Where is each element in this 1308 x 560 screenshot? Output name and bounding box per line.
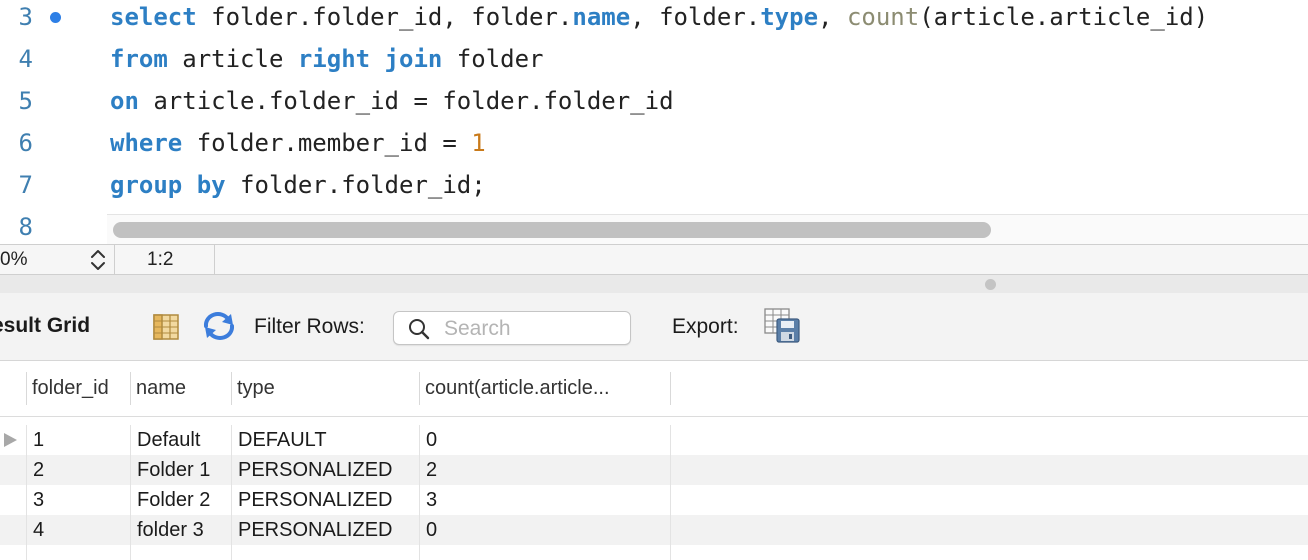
cell-type[interactable]: PERSONALIZED xyxy=(231,515,419,545)
code-token: (article.article_id) xyxy=(919,3,1209,31)
sql-editor[interactable]: 3 4 5 6 7 8 select folder.folder_id, fol… xyxy=(0,0,1308,244)
code-token: article.folder_id = folder.folder_id xyxy=(138,87,674,115)
cell-count[interactable]: 2 xyxy=(419,455,671,485)
cell-folder-id[interactable]: 3 xyxy=(26,485,130,515)
editor-status-bar: 0% 1:2 xyxy=(0,244,1308,275)
column-header-count[interactable]: count(article.article... xyxy=(419,372,671,405)
code-token: count xyxy=(846,3,920,31)
cursor-position: 1:2 xyxy=(147,249,174,270)
code-token: folder.folder_id, folder. xyxy=(196,3,573,31)
code-line[interactable]: group by folder.folder_id; xyxy=(110,170,486,200)
line-number: 7 xyxy=(18,171,33,199)
grid-layout-icon[interactable] xyxy=(152,313,180,341)
header-divider xyxy=(0,416,1308,417)
cell-count[interactable]: 3 xyxy=(419,485,671,515)
cell-folder-id[interactable]: 2 xyxy=(26,455,130,485)
grid-header: folder_id name type count(article.articl… xyxy=(0,372,1308,405)
cell-type[interactable]: PERSONALIZED xyxy=(231,485,419,515)
filter-rows-label: Filter Rows: xyxy=(254,315,365,338)
line-number: 3 xyxy=(18,3,33,31)
filter-search-box[interactable] xyxy=(393,311,631,345)
line-number: 6 xyxy=(18,129,33,157)
cell-name[interactable]: Folder 2 xyxy=(130,485,231,515)
code-line[interactable]: from article right join folder xyxy=(110,44,544,74)
zoom-level: 0% xyxy=(0,249,28,270)
row-pointer-icon xyxy=(4,433,17,447)
cell-count[interactable]: 0 xyxy=(419,425,671,455)
code-token: type xyxy=(760,3,819,31)
cell-name[interactable]: Folder 1 xyxy=(130,455,231,485)
empty-row[interactable] xyxy=(0,545,1308,560)
line-gutter: 3 4 5 6 7 8 xyxy=(0,0,100,244)
code-token: , xyxy=(818,3,847,31)
splitter-handle[interactable] xyxy=(985,279,996,290)
code-line[interactable]: where folder.member_id = 1 xyxy=(110,128,486,158)
cell-folder-id[interactable]: 4 xyxy=(26,515,130,545)
code-token: where xyxy=(110,129,183,157)
code-token: folder xyxy=(442,45,544,73)
empty-cell[interactable] xyxy=(130,545,231,560)
code-token: right xyxy=(297,45,371,73)
search-icon xyxy=(409,319,430,340)
column-header-type[interactable]: type xyxy=(231,372,419,405)
table-row[interactable]: 3 Folder 2 PERSONALIZED 3 xyxy=(0,485,1308,515)
code-line[interactable]: select folder.folder_id, folder.name, fo… xyxy=(110,2,1208,32)
code-line[interactable]: on article.folder_id = folder.folder_id xyxy=(110,86,674,116)
empty-cell[interactable] xyxy=(26,545,130,560)
breakpoint-dot-icon[interactable] xyxy=(50,12,61,23)
export-icon[interactable] xyxy=(763,307,803,345)
horizontal-scrollbar-thumb[interactable] xyxy=(113,222,991,238)
empty-cell[interactable] xyxy=(231,545,419,560)
code-token: folder.member_id = xyxy=(182,129,472,157)
code-token: select xyxy=(110,3,197,31)
empty-cell[interactable] xyxy=(419,545,671,560)
status-divider xyxy=(214,245,215,275)
cell-name[interactable]: folder 3 xyxy=(130,515,231,545)
result-toolbar: esult Grid Filter Rows: Export: xyxy=(0,293,1308,361)
line-number: 5 xyxy=(18,87,33,115)
result-grid[interactable]: folder_id name type count(article.articl… xyxy=(0,361,1308,560)
code-token: article xyxy=(167,45,298,73)
code-token: , folder. xyxy=(630,3,761,31)
cell-type[interactable]: DEFAULT xyxy=(231,425,419,455)
code-token: group xyxy=(110,171,183,199)
line-number: 8 xyxy=(18,213,33,241)
column-header-folder-id[interactable]: folder_id xyxy=(26,372,130,405)
cell-type[interactable]: PERSONALIZED xyxy=(231,455,419,485)
table-row[interactable]: 2 Folder 1 PERSONALIZED 2 xyxy=(0,455,1308,485)
refresh-icon[interactable] xyxy=(201,311,237,341)
code-token: from xyxy=(110,45,168,73)
cell-count[interactable]: 0 xyxy=(419,515,671,545)
stepper-icon[interactable] xyxy=(88,248,108,272)
line-number: 4 xyxy=(18,45,33,73)
export-label: Export: xyxy=(672,315,739,338)
code-token: join xyxy=(384,45,443,73)
code-token: 1 xyxy=(471,129,486,157)
code-token: by xyxy=(196,171,226,199)
code-token: folder.folder_id; xyxy=(225,171,486,199)
cell-folder-id[interactable]: 1 xyxy=(26,425,130,455)
search-input[interactable] xyxy=(444,316,624,342)
code-token: on xyxy=(110,87,139,115)
table-row[interactable]: 4 folder 3 PERSONALIZED 0 xyxy=(0,515,1308,545)
panel-splitter[interactable] xyxy=(0,275,1308,293)
cell-name[interactable]: Default xyxy=(130,425,231,455)
result-grid-title: esult Grid xyxy=(0,314,91,337)
code-token: name xyxy=(572,3,631,31)
table-row[interactable]: 1 Default DEFAULT 0 xyxy=(0,425,1308,455)
column-header-name[interactable]: name xyxy=(130,372,231,405)
status-divider xyxy=(114,245,115,275)
